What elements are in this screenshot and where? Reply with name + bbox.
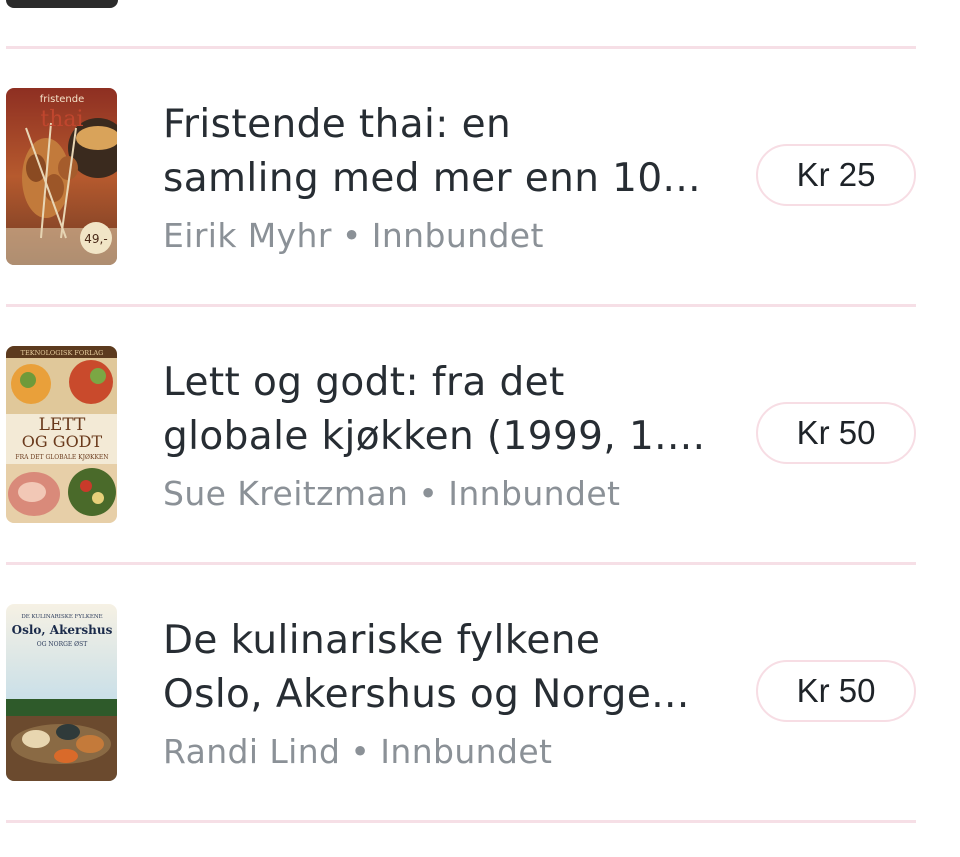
cover-subtitle: FRA DET GLOBALE KJØKKEN (15, 454, 108, 461)
divider (6, 46, 916, 49)
book-meta: Randi Lind • Innbundet (163, 732, 552, 772)
cover-title-line-2: OG GODT (22, 432, 103, 451)
book-meta: Eirik Myhr • Innbundet (163, 216, 544, 256)
list-item-book-3[interactable]: DE KULINARISKE FYLKENE Oslo, Akershus OG… (6, 604, 916, 784)
separator-dot: • (350, 732, 371, 771)
book-title-line-2: samling med mer enn 10... (163, 156, 701, 201)
book-list: 49,- fristende thai Fristende thai: en s… (0, 0, 960, 857)
divider (6, 304, 916, 307)
book-author: Sue Kreitzman (163, 474, 409, 513)
book-cover-image[interactable]: DE KULINARISKE FYLKENE Oslo, Akershus OG… (6, 604, 117, 781)
cover-top-text: fristende (40, 94, 85, 105)
divider (6, 562, 916, 565)
list-item-book-1[interactable]: 49,- fristende thai Fristende thai: en s… (6, 88, 916, 268)
book-author: Eirik Myhr (163, 216, 332, 255)
cover-price-text: 49,- (84, 232, 107, 246)
cover-big-text: thai (40, 107, 83, 132)
cover-publisher-text: TEKNOLOGISK FORLAG (21, 349, 104, 357)
book-binding: Innbundet (380, 732, 553, 771)
cover-main-text: Oslo, Akershus (12, 623, 113, 637)
cover-series-text: DE KULINARISKE FYLKENE (21, 614, 102, 620)
price-button[interactable]: Kr 50 (756, 660, 916, 722)
book-title-line-1: Lett og godt: fra det (163, 360, 565, 405)
separator-dot: • (418, 474, 439, 513)
cover-sub-text: OG NORGE ØST (37, 641, 87, 648)
book-title[interactable]: De kulinariske fylkene Oslo, Akershus og… (163, 614, 723, 722)
book-title[interactable]: Fristende thai: en samling med mer enn 1… (163, 98, 723, 206)
price-button[interactable]: Kr 50 (756, 402, 916, 464)
book-cover-image[interactable]: 49,- fristende thai (6, 88, 117, 265)
price-button[interactable]: Kr 25 (756, 144, 916, 206)
book-title[interactable]: Lett og godt: fra det globale kjøkken (1… (163, 356, 723, 464)
book-title-line-1: Fristende thai: en (163, 102, 512, 147)
book-meta: Sue Kreitzman • Innbundet (163, 474, 620, 514)
book-title-line-1: De kulinariske fylkene (163, 618, 601, 663)
previous-book-cover[interactable] (6, 0, 118, 8)
list-item-book-2[interactable]: TEKNOLOGISK FORLAG LETT OG GODT FRA DET … (6, 346, 916, 526)
book-cover-image[interactable]: TEKNOLOGISK FORLAG LETT OG GODT FRA DET … (6, 346, 117, 523)
book-title-line-2: globale kjøkken (1999, 1.... (163, 414, 706, 459)
book-binding: Innbundet (448, 474, 621, 513)
divider (6, 820, 916, 823)
book-binding: Innbundet (371, 216, 544, 255)
book-author: Randi Lind (163, 732, 341, 771)
separator-dot: • (341, 216, 362, 255)
book-title-line-2: Oslo, Akershus og Norge... (163, 672, 690, 717)
